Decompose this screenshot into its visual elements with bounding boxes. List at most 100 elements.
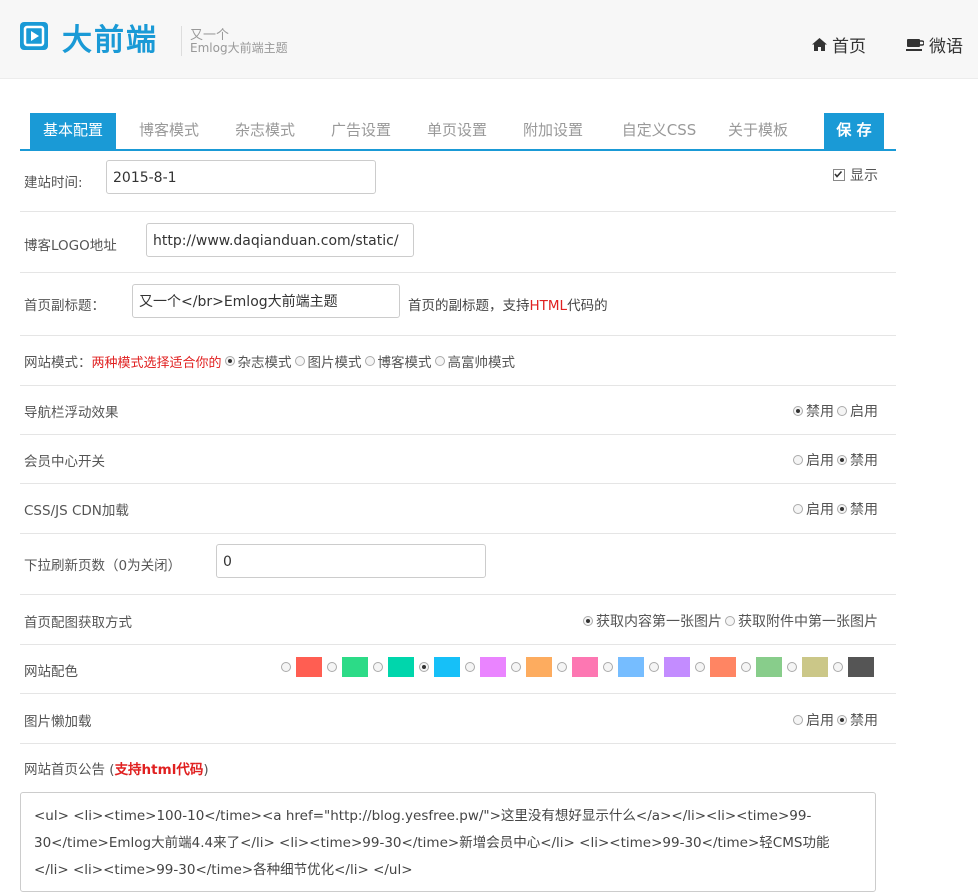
color-radio-13[interactable] — [833, 662, 843, 672]
refresh-pages-input[interactable]: 0 — [216, 544, 486, 578]
row-site-time: 建站时间: 2015-8-1 显示 — [20, 150, 896, 212]
color-radio-3[interactable] — [373, 662, 383, 672]
member-center-option-disable: 禁用 — [850, 453, 878, 469]
color-swatch-13[interactable] — [848, 657, 874, 677]
site-mode-label: 网站模式： — [24, 355, 92, 371]
site-mode-radio-blog[interactable] — [364, 356, 375, 366]
home-icon — [812, 38, 827, 51]
color-swatch-2[interactable] — [342, 657, 368, 677]
site-mode-option-rich: 高富帅模式 — [447, 355, 516, 371]
member-center-radio-enable[interactable] — [793, 455, 803, 465]
color-swatch-8[interactable] — [618, 657, 644, 677]
color-radio-5[interactable] — [465, 662, 475, 672]
member-center-radio-disable[interactable] — [837, 455, 847, 465]
cover-method-label: 首页配图获取方式 — [24, 615, 132, 631]
site-time-input[interactable]: 2015-8-1 — [106, 160, 376, 194]
tab-single-page[interactable]: 单页设置 — [420, 113, 494, 149]
color-swatch-10[interactable] — [710, 657, 736, 677]
cdn-option-enable: 启用 — [806, 502, 834, 518]
cdn-options: 启用 禁用 — [790, 499, 878, 519]
tab-ads[interactable]: 广告设置 — [324, 113, 398, 149]
color-swatch-7[interactable] — [572, 657, 598, 677]
cover-method-radio-content[interactable] — [583, 616, 593, 626]
notice-textarea[interactable]: <ul> <li><time>100-10</time><a href="htt… — [20, 792, 876, 892]
nav-home-label: 首页 — [832, 37, 866, 57]
site-mode-radio-rich[interactable] — [434, 356, 445, 366]
color-swatch-5[interactable] — [480, 657, 506, 677]
lazy-load-option-enable: 启用 — [806, 713, 834, 729]
color-radio-8[interactable] — [603, 662, 613, 672]
site-time-label: 建站时间: — [24, 175, 83, 191]
logo-icon[interactable] — [20, 22, 48, 50]
cdn-option-disable: 禁用 — [850, 502, 878, 518]
color-radio-2[interactable] — [327, 662, 337, 672]
row-nav-float: 导航栏浮动效果 禁用 启用 — [20, 385, 896, 435]
color-swatch-4[interactable] — [434, 657, 460, 677]
tab-blog-mode[interactable]: 博客模式 — [132, 113, 206, 149]
nav-float-label: 导航栏浮动效果 — [24, 405, 119, 421]
color-swatch-12[interactable] — [802, 657, 828, 677]
site-mode-radio-magazine[interactable] — [224, 356, 235, 366]
show-checkbox-label: 显示 — [850, 168, 878, 184]
color-radio-6[interactable] — [511, 662, 521, 672]
show-checkbox[interactable] — [833, 169, 845, 181]
color-swatch-1[interactable] — [296, 657, 322, 677]
cover-method-radio-attachment[interactable] — [725, 616, 735, 626]
tab-custom-css[interactable]: 自定义CSS — [612, 113, 706, 149]
lazy-load-options: 启用 禁用 — [790, 710, 878, 730]
color-radio-10[interactable] — [695, 662, 705, 672]
row-color-scheme: 网站配色 — [20, 644, 896, 694]
row-cover-method: 首页配图获取方式 获取内容第一张图片 获取附件中第一张图片 — [20, 594, 896, 645]
color-radio-7[interactable] — [557, 662, 567, 672]
site-mode-radio-image[interactable] — [294, 356, 305, 366]
tab-magazine-mode[interactable]: 杂志模式 — [228, 113, 302, 149]
color-radio-4[interactable] — [419, 662, 429, 672]
row-refresh-pages: 下拉刷新页数（0为关闭） 0 — [20, 533, 896, 595]
row-lazy-load: 图片懒加载 启用 禁用 — [20, 693, 896, 744]
nav-float-radio-enable[interactable] — [837, 406, 847, 416]
lazy-load-radio-enable[interactable] — [793, 715, 803, 725]
member-center-options: 启用 禁用 — [790, 450, 878, 470]
color-radio-12[interactable] — [787, 662, 797, 672]
row-logo-url: 博客LOGO地址 http://www.daqianduan.com/stati… — [20, 211, 896, 273]
subtitle-hint-prefix: 首页的副标题，支持 — [408, 298, 530, 314]
tab-extra[interactable]: 附加设置 — [516, 113, 590, 149]
color-swatch-9[interactable] — [664, 657, 690, 677]
tab-basic[interactable]: 基本配置 — [30, 113, 116, 149]
logo-url-input[interactable]: http://www.daqianduan.com/static/ — [146, 223, 414, 257]
nav-float-radio-disable[interactable] — [793, 406, 803, 416]
notice-label-prefix: 网站首页公告 ( — [24, 762, 115, 778]
site-mode-option-blog: 博客模式 — [377, 355, 432, 371]
subtitle-input[interactable]: 又一个</br>Emlog大前端主题 — [132, 284, 400, 318]
cover-method-option-attachment: 获取附件中第一张图片 — [738, 614, 878, 630]
color-radio-11[interactable] — [741, 662, 751, 672]
cdn-radio-disable[interactable] — [837, 504, 847, 514]
notice-label-bold: 支持html代码 — [114, 762, 204, 778]
nav-float-options: 禁用 启用 — [790, 401, 878, 421]
color-swatch-3[interactable] — [388, 657, 414, 677]
site-time-show-toggle[interactable]: 显示 — [833, 165, 878, 185]
logo-divider — [181, 26, 182, 56]
nav-float-option-enable: 启用 — [850, 404, 878, 420]
tab-about[interactable]: 关于模板 — [720, 113, 796, 149]
row-cdn: CSS/JS CDN加载 启用 禁用 — [20, 483, 896, 534]
color-swatch-6[interactable] — [526, 657, 552, 677]
nav-weibo-label: 微语 — [929, 37, 963, 57]
save-button[interactable]: 保 存 — [824, 113, 884, 149]
settings-tabs: 基本配置 博客模式 杂志模式 广告设置 单页设置 附加设置 自定义CSS 关于模… — [20, 113, 896, 151]
color-scheme-options — [278, 657, 876, 677]
row-site-mode: 网站模式： 两种模式选择适合你的 杂志模式 图片模式 博客模式 高富帅模式 — [20, 335, 896, 386]
nav-weibo-link[interactable]: 微语 — [906, 32, 963, 57]
subtitle-hint: 首页的副标题，支持HTML代码的 — [408, 294, 608, 314]
lazy-load-radio-disable[interactable] — [837, 715, 847, 725]
site-header: 大前端 又一个 Emlog大前端主题 首页 微语 — [0, 0, 978, 79]
tagline-line2: Emlog大前端主题 — [190, 41, 288, 55]
color-radio-1[interactable] — [281, 662, 291, 672]
cover-method-options: 获取内容第一张图片 获取附件中第一张图片 — [580, 611, 878, 631]
nav-home-link[interactable]: 首页 — [812, 32, 866, 57]
color-radio-9[interactable] — [649, 662, 659, 672]
cdn-radio-enable[interactable] — [793, 504, 803, 514]
logo-text[interactable]: 大前端 — [62, 15, 158, 59]
color-swatch-11[interactable] — [756, 657, 782, 677]
lazy-load-option-disable: 禁用 — [850, 713, 878, 729]
